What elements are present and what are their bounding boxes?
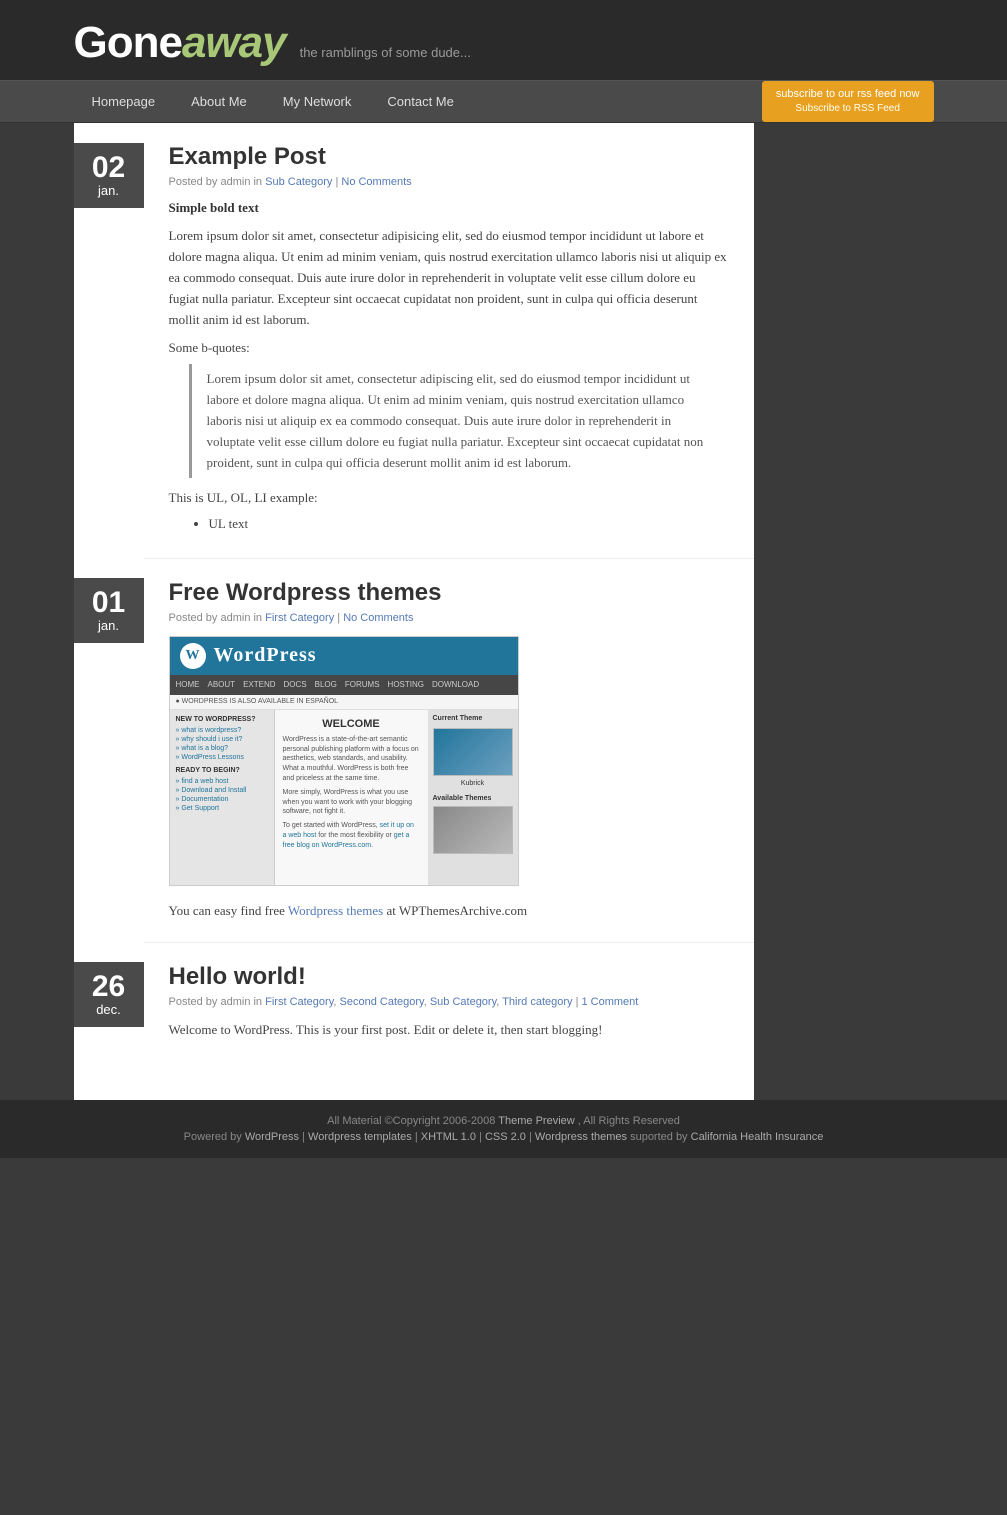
post1-bquotes-label: Some b-quotes: [169, 340, 729, 356]
footer-ca-health[interactable]: California Health Insurance [691, 1131, 824, 1143]
post2-wp-themes-link[interactable]: Wordpress themes [288, 903, 383, 918]
post1-list-label: This is UL, OL, LI example: [169, 490, 729, 506]
post2-title: Free Wordpress themes [169, 579, 729, 607]
logo-away: away [182, 18, 286, 67]
post2-meta: Posted by admin in First Category | No C… [169, 612, 729, 624]
rss-line1: subscribe to our rss feed now [776, 87, 920, 102]
post2-category[interactable]: First Category [265, 612, 334, 624]
post3-cat2[interactable]: Second Category [340, 996, 424, 1008]
post2-day: 01 [79, 588, 139, 618]
post3-body: Welcome to WordPress. This is your first… [169, 1020, 729, 1041]
footer-wp-templates[interactable]: Wordpress templates [308, 1131, 412, 1143]
footer-theme-preview[interactable]: Theme Preview [498, 1115, 574, 1127]
post-1: 02 jan. Example Post Posted by admin in … [74, 123, 754, 557]
nav-homepage[interactable]: Homepage [74, 84, 174, 119]
footer-copyright: All Material ©Copyright 2006-2008 [327, 1115, 495, 1127]
nav-contact[interactable]: Contact Me [369, 84, 471, 119]
post3-month: dec. [79, 1002, 139, 1017]
logo-text: Goneaway [74, 18, 286, 68]
post1-day: 02 [79, 153, 139, 183]
post1-comments[interactable]: No Comments [341, 176, 411, 188]
date-badge-2: 01 jan. [74, 578, 144, 643]
footer-wordpress[interactable]: WordPress [245, 1131, 299, 1143]
post1-blockquote: Lorem ipsum dolor sit amet, consectetur … [189, 364, 729, 478]
post3-cat3[interactable]: Sub Category [430, 996, 496, 1008]
post2-month: jan. [79, 618, 139, 633]
post3-content: Hello world! Posted by admin in First Ca… [144, 942, 754, 1071]
date-badge-1: 02 jan. [74, 143, 144, 208]
post2-content: Free Wordpress themes Posted by admin in… [144, 558, 754, 942]
tagline: the ramblings of some dude... [300, 45, 471, 60]
post1-title: Example Post [169, 143, 729, 171]
nav-menu: Homepage About Me My Network Contact Me [74, 84, 472, 119]
logo: Goneaway the ramblings of some dude... [74, 18, 471, 68]
post1-content: Example Post Posted by admin in Sub Cate… [144, 123, 754, 557]
wp-screenshot: W WordPress HOME ABOUT EXTEND DOCS BLOG … [169, 636, 519, 886]
post3-cat4[interactable]: Third category [502, 996, 572, 1008]
post2-body: You can easy find free Wordpress themes … [169, 901, 729, 922]
post1-category[interactable]: Sub Category [265, 176, 332, 188]
nav-about[interactable]: About Me [173, 84, 265, 119]
footer-xhtml[interactable]: XHTML 1.0 [421, 1131, 476, 1143]
rss-button[interactable]: subscribe to our rss feed now Subscribe … [762, 81, 934, 122]
footer-wp-themes[interactable]: Wordpress themes [535, 1131, 627, 1143]
logo-gone: Gone [74, 18, 182, 67]
post3-cat1[interactable]: First Category [265, 996, 333, 1008]
sidebar [754, 123, 934, 1100]
post3-title: Hello world! [169, 963, 729, 991]
post-3: 26 dec. Hello world! Posted by admin in … [74, 942, 754, 1071]
post1-month: jan. [79, 183, 139, 198]
post1-meta: Posted by admin in Sub Category | No Com… [169, 176, 729, 188]
post2-comments[interactable]: No Comments [343, 612, 413, 624]
list-ul-item: UL text [209, 512, 729, 535]
post1-body: Lorem ipsum dolor sit amet, consectetur … [169, 226, 729, 330]
post3-day: 26 [79, 972, 139, 1002]
footer-css[interactable]: CSS 2.0 [485, 1131, 526, 1143]
nav-network[interactable]: My Network [265, 84, 370, 119]
post1-bold: Simple bold text [169, 200, 729, 216]
post3-comments[interactable]: 1 Comment [582, 996, 639, 1008]
post-2: 01 jan. Free Wordpress themes Posted by … [74, 558, 754, 942]
rss-line2: Subscribe to RSS Feed [776, 102, 920, 116]
date-badge-3: 26 dec. [74, 962, 144, 1027]
post3-meta: Posted by admin in First Category, Secon… [169, 996, 729, 1008]
footer: All Material ©Copyright 2006-2008 Theme … [0, 1100, 1007, 1158]
